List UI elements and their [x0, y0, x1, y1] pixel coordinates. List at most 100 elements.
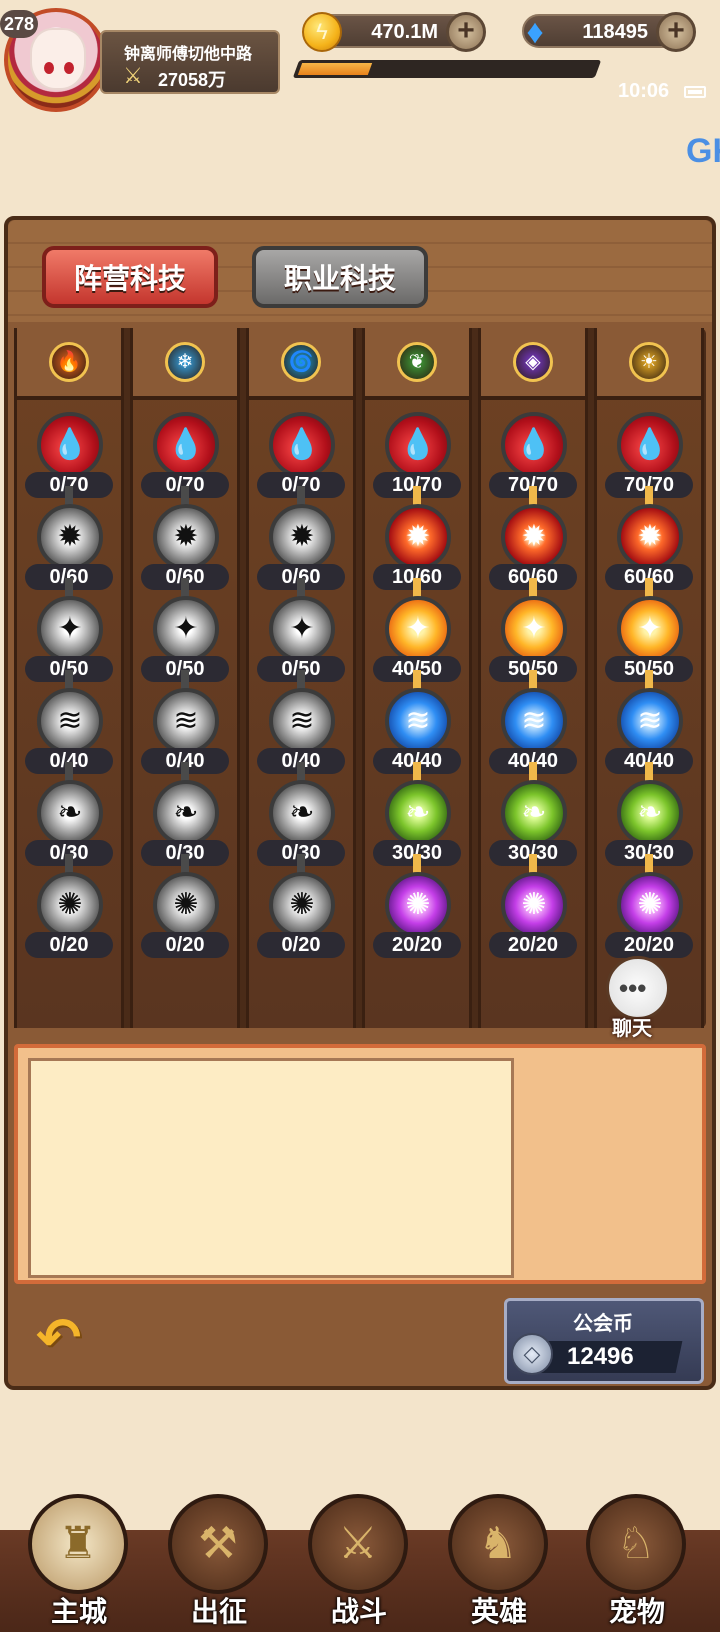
- column-header: ◈: [481, 328, 585, 400]
- blood-drop-icon: 💧: [501, 412, 567, 478]
- leaf-slash-icon: ❧: [617, 780, 683, 846]
- tech-level-count: 0/20: [141, 932, 229, 958]
- blood-drop-icon: 💧: [153, 412, 219, 478]
- column-header: ❦: [365, 328, 469, 400]
- tech-node[interactable]: ✺ 0/20: [249, 872, 353, 964]
- avatar-face: [30, 28, 86, 90]
- tech-column: ❦💧10/70✹10/60✦40/50≋40/40❧30/30✺20/20重置: [362, 328, 472, 1108]
- frost-faction-icon: ❄: [165, 342, 205, 382]
- gem-amount: 118495: [582, 21, 648, 43]
- tech-level-count: 0/20: [257, 932, 345, 958]
- guild-coin-icon: ◇: [511, 1333, 553, 1375]
- top-status-bar: 278 钟离师傅切他中路 ⚔ 27058万 ϟ 470.1M + ♦ 11849…: [0, 0, 720, 130]
- blade-icon: ≋: [501, 688, 567, 754]
- tech-level-count: 20/20: [489, 932, 577, 958]
- burst-icon: ✹: [37, 504, 103, 570]
- chat-icon: •••: [619, 973, 647, 1003]
- tech-description-area: [28, 1058, 514, 1278]
- void-burst-icon: ✺: [617, 872, 683, 938]
- avatar-right-eye: [64, 62, 74, 74]
- crossed-axes-icon: ⚒: [168, 1494, 268, 1594]
- column-header: ☀: [597, 328, 701, 400]
- tech-panel: 阵营科技 职业科技 🔥 💧 0/70 ✹ 0/60 ✦ 0/50 ≋ 0/40 ❧ 0/30 ✺ 0/2…: [4, 216, 716, 1390]
- gem-resource: ♦ 118495 +: [522, 12, 696, 52]
- tech-columns: 🔥💧0/70✹0/60✦0/50≋0/40❧0/30✺0/20重置❄💧0/70✹…: [14, 328, 706, 1108]
- nav-main-city[interactable]: ♜ 主城: [24, 1494, 134, 1632]
- fire-faction-icon: 🔥: [49, 342, 89, 382]
- burst-icon: ✹: [617, 504, 683, 570]
- column-header: 🌀: [249, 328, 353, 400]
- add-gold-button[interactable]: +: [446, 12, 486, 52]
- chat-label[interactable]: 聊天: [612, 1012, 652, 1041]
- nav-label: 英雄: [470, 1596, 527, 1627]
- burst-icon: ✹: [269, 504, 335, 570]
- column-header: 🔥: [17, 328, 121, 400]
- crossed-swords-icon: ⚔: [123, 63, 143, 88]
- chat-button[interactable]: •••: [606, 956, 670, 1020]
- tech-node[interactable]: ✺ 0/20: [17, 872, 121, 964]
- blood-drop-icon: 💧: [269, 412, 335, 478]
- experience-bar-fill: [297, 63, 373, 75]
- column-header: ❄: [133, 328, 237, 400]
- claw-icon: ✦: [153, 596, 219, 662]
- experience-bar: [292, 60, 602, 78]
- add-gems-button[interactable]: +: [656, 12, 696, 52]
- player-name: 钟离师傅切他中路: [124, 46, 253, 63]
- bottom-nav: ♜ 主城 ⚒ 出征 ⚔ 战斗 ♞ 英雄 ♘ 宠物: [0, 1494, 720, 1632]
- battery-icon: [684, 86, 706, 98]
- nav-expedition[interactable]: ⚒ 出征: [164, 1494, 274, 1632]
- tech-column: ◈💧70/70✹60/60✦50/50≋40/40❧30/30✺20/20重置: [478, 328, 588, 1108]
- blade-icon: ≋: [385, 688, 451, 754]
- void-burst-icon: ✺: [385, 872, 451, 938]
- edge-text: GK: [686, 132, 720, 170]
- gold-amount: 470.1M: [371, 21, 438, 43]
- water-faction-icon: 🌀: [281, 342, 321, 382]
- burst-icon: ✹: [153, 504, 219, 570]
- claw-icon: ✦: [37, 596, 103, 662]
- nav-label: 宠物: [608, 1596, 665, 1627]
- nav-heroes[interactable]: ♞ 英雄: [444, 1494, 554, 1632]
- tech-node[interactable]: ✺ 20/20: [365, 872, 469, 964]
- tech-column: ❄💧0/70✹0/60✦0/50≋0/40❧0/30✺0/20重置: [130, 328, 240, 1108]
- blood-drop-icon: 💧: [385, 412, 451, 478]
- leaf-slash-icon: ❧: [153, 780, 219, 846]
- tab-class-tech[interactable]: 职业科技: [252, 246, 428, 308]
- hooded-hero-icon: ♞: [448, 1494, 548, 1594]
- castle-icon: ♜: [28, 1494, 128, 1594]
- back-arrow-icon[interactable]: ↶: [36, 1308, 110, 1368]
- void-burst-icon: ✺: [153, 872, 219, 938]
- tech-level-count: 20/20: [373, 932, 461, 958]
- light-faction-icon: ☀: [629, 342, 669, 382]
- tech-column: 🌀💧0/70✹0/60✦0/50≋0/40❧0/30✺0/20重置: [246, 328, 356, 1108]
- tech-column: 🔥💧0/70✹0/60✦0/50≋0/40❧0/30✺0/20重置: [14, 328, 124, 1108]
- nav-label: 战斗: [330, 1596, 387, 1627]
- player-name-plate[interactable]: 钟离师傅切他中路 ⚔ 27058万: [100, 30, 280, 94]
- tech-node[interactable]: ✺ 20/20: [597, 872, 701, 964]
- player-level-badge: 278: [0, 10, 38, 38]
- guild-coin-title: 公会币: [573, 1313, 633, 1335]
- nav-battle[interactable]: ⚔ 战斗: [304, 1494, 414, 1632]
- tech-node[interactable]: ✺ 0/20: [133, 872, 237, 964]
- avatar-left-eye: [44, 62, 54, 74]
- clock: 10:06: [618, 80, 670, 102]
- tech-level-count: 20/20: [605, 932, 693, 958]
- tab-row: 阵营科技 职业科技: [8, 220, 712, 322]
- dragon-pet-icon: ♘: [586, 1494, 686, 1594]
- player-power: 27058万: [158, 70, 227, 90]
- tab-faction-tech[interactable]: 阵营科技: [42, 246, 218, 308]
- nature-faction-icon: ❦: [397, 342, 437, 382]
- guild-coin-display: 公会币 ◇ 12496: [504, 1298, 704, 1384]
- tech-level-count: 0/20: [25, 932, 113, 958]
- blade-icon: ≋: [617, 688, 683, 754]
- burst-icon: ✹: [385, 504, 451, 570]
- leaf-slash-icon: ❧: [385, 780, 451, 846]
- tech-info-box: [14, 1044, 706, 1284]
- blood-drop-icon: 💧: [617, 412, 683, 478]
- nav-pets[interactable]: ♘ 宠物: [582, 1494, 692, 1632]
- claw-icon: ✦: [269, 596, 335, 662]
- void-burst-icon: ✺: [37, 872, 103, 938]
- tech-node[interactable]: ✺ 20/20: [481, 872, 585, 964]
- gold-resource: ϟ 470.1M +: [302, 12, 486, 52]
- void-burst-icon: ✺: [269, 872, 335, 938]
- battle-shield-icon: ⚔: [308, 1494, 408, 1594]
